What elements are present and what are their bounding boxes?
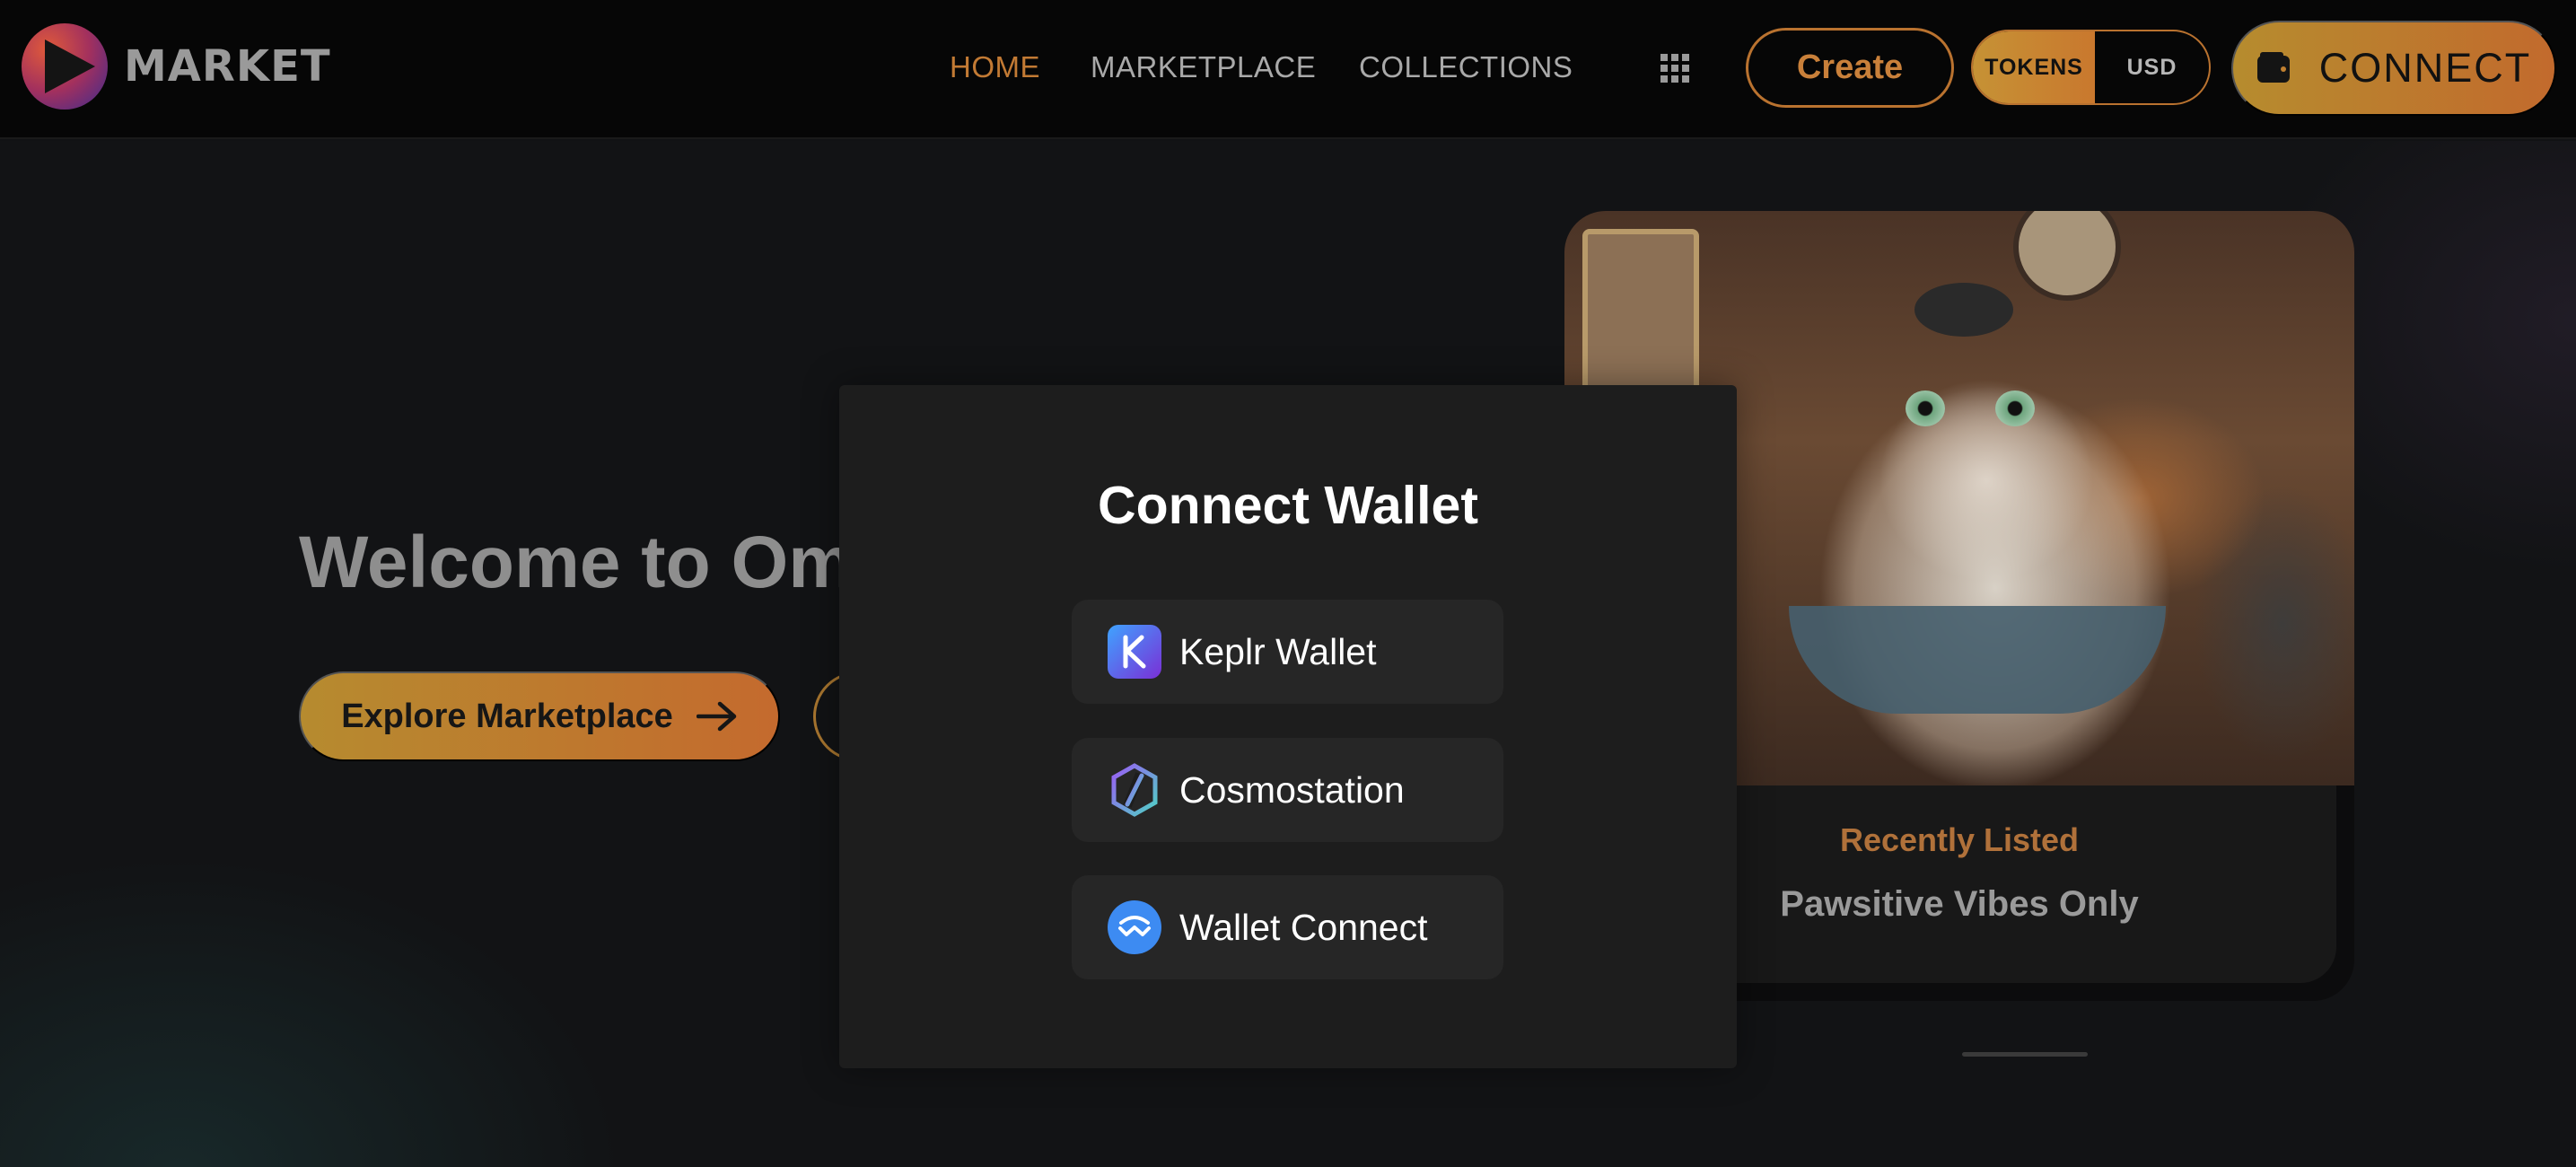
keplr-icon — [1108, 625, 1161, 679]
nav-home[interactable]: HOME — [950, 50, 1040, 84]
nav-collections[interactable]: COLLECTIONS — [1359, 50, 1573, 84]
picture-frame — [1582, 229, 1699, 408]
connect-wallet-modal: Connect Wallet Keplr Wallet Cosmostation — [839, 385, 1737, 1068]
wallet-label: Keplr Wallet — [1179, 630, 1377, 672]
explore-label: Explore Marketplace — [341, 697, 673, 735]
play-logo-icon[interactable] — [22, 23, 108, 110]
arrow-right-icon — [696, 701, 737, 732]
cosmostation-button[interactable]: Cosmostation — [1072, 738, 1503, 842]
create-button[interactable]: Create — [1746, 28, 1954, 108]
toggle-usd[interactable]: USD — [2095, 31, 2209, 103]
cat-scarf — [1789, 606, 2166, 714]
wallet-icon — [2256, 52, 2290, 83]
currency-toggle[interactable]: TOKENS USD — [1971, 30, 2211, 105]
explore-marketplace-button[interactable]: Explore Marketplace — [299, 671, 780, 761]
cosmostation-icon — [1111, 763, 1158, 817]
clock — [2013, 211, 2121, 301]
hero-title: Welcome to Om — [299, 522, 854, 603]
modal-title: Connect Wallet — [1098, 476, 1478, 535]
connect-button[interactable]: CONNECT — [2231, 21, 2556, 116]
top-navbar: MARKET HOME MARKETPLACE COLLECTIONS Crea… — [0, 0, 2576, 139]
play-triangle — [45, 39, 95, 93]
brand-name[interactable]: MARKET — [124, 41, 331, 92]
walletconnect-icon — [1108, 900, 1161, 954]
cat-eye-right — [1995, 390, 2035, 426]
carousel-indicator[interactable] — [1962, 1052, 2088, 1057]
cat-hat — [1914, 283, 2013, 337]
keplr-wallet-button[interactable]: Keplr Wallet — [1072, 600, 1503, 704]
grid-icon[interactable] — [1659, 52, 1691, 84]
wallet-label: Wallet Connect — [1179, 906, 1428, 948]
connect-label: CONNECT — [2318, 45, 2532, 91]
wallet-label: Cosmostation — [1179, 768, 1405, 811]
wallet-connect-button[interactable]: Wallet Connect — [1072, 875, 1503, 979]
nav-marketplace[interactable]: MARKETPLACE — [1091, 50, 1316, 84]
cat-eye-left — [1906, 390, 1945, 426]
toggle-tokens[interactable]: TOKENS — [1973, 31, 2095, 103]
